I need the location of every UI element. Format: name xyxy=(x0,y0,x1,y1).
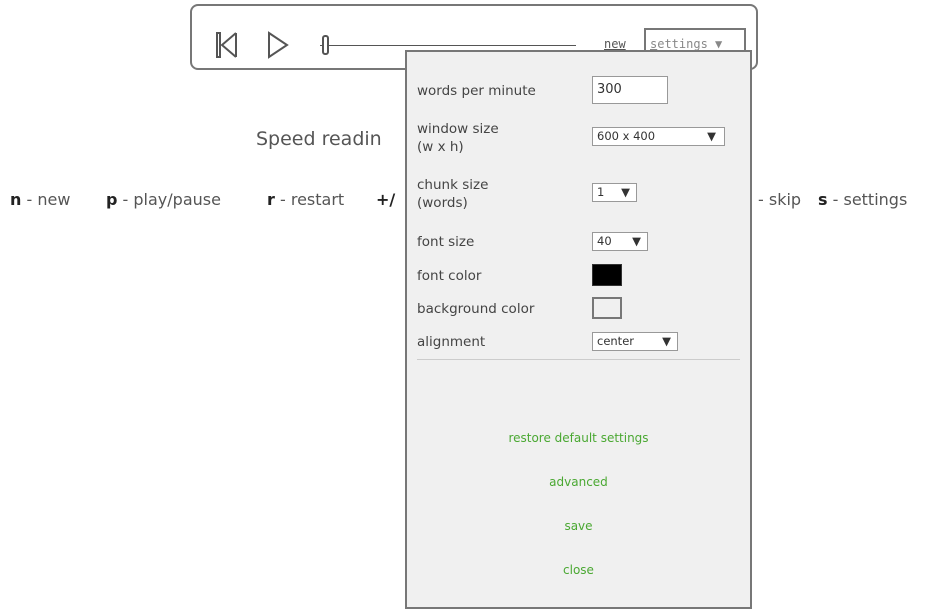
shortcut-skip-key: +/ xyxy=(376,190,396,209)
alignment-label: alignment xyxy=(417,334,486,350)
shortcut-settings: s - settings xyxy=(818,190,908,209)
skip-back-icon xyxy=(216,32,237,58)
shortcut-restart: r - restart xyxy=(267,190,345,209)
dropdown-arrow-icon: ▼ xyxy=(632,234,641,248)
new-link[interactable]: new xyxy=(604,37,626,51)
font-size-label: font size xyxy=(417,234,475,250)
restore-defaults-link[interactable]: restore default settings xyxy=(407,431,750,445)
settings-panel: words per minute 300 window size (w x h)… xyxy=(405,50,752,609)
panel-divider xyxy=(417,359,740,360)
font-size-select[interactable]: 40 ▼ xyxy=(592,232,648,251)
chunk-size-select[interactable]: 1 ▼ xyxy=(592,183,637,202)
wpm-label: words per minute xyxy=(417,83,536,99)
background-color-swatch[interactable] xyxy=(592,297,622,319)
window-size-select[interactable]: 600 x 400 ▼ xyxy=(592,127,725,146)
shortcut-skip: - skip xyxy=(758,190,802,209)
play-icon xyxy=(268,31,289,59)
close-link[interactable]: close xyxy=(407,563,750,577)
shortcut-new: n - new xyxy=(10,190,71,209)
dropdown-arrow-icon: ▼ xyxy=(662,334,671,348)
progress-track xyxy=(320,45,576,46)
background-color-label: background color xyxy=(417,301,535,317)
wpm-input[interactable]: 300 xyxy=(592,76,668,104)
chunk-size-label: chunk size (words) xyxy=(417,177,489,211)
progress-handle[interactable] xyxy=(322,35,329,55)
chevron-down-icon: ▼ xyxy=(715,37,723,51)
restart-button[interactable] xyxy=(214,30,242,60)
page-title: Speed readin xyxy=(256,128,382,150)
shortcut-play-pause: p - play/pause xyxy=(106,190,221,209)
alignment-select[interactable]: center ▼ xyxy=(592,332,678,351)
dropdown-arrow-icon: ▼ xyxy=(707,129,716,143)
advanced-link[interactable]: advanced xyxy=(407,475,750,489)
font-color-label: font color xyxy=(417,268,482,284)
play-button[interactable] xyxy=(266,30,290,60)
font-color-swatch[interactable] xyxy=(592,264,622,286)
dropdown-arrow-icon: ▼ xyxy=(621,185,630,199)
save-link[interactable]: save xyxy=(407,519,750,533)
window-size-label: window size (w x h) xyxy=(417,121,499,155)
